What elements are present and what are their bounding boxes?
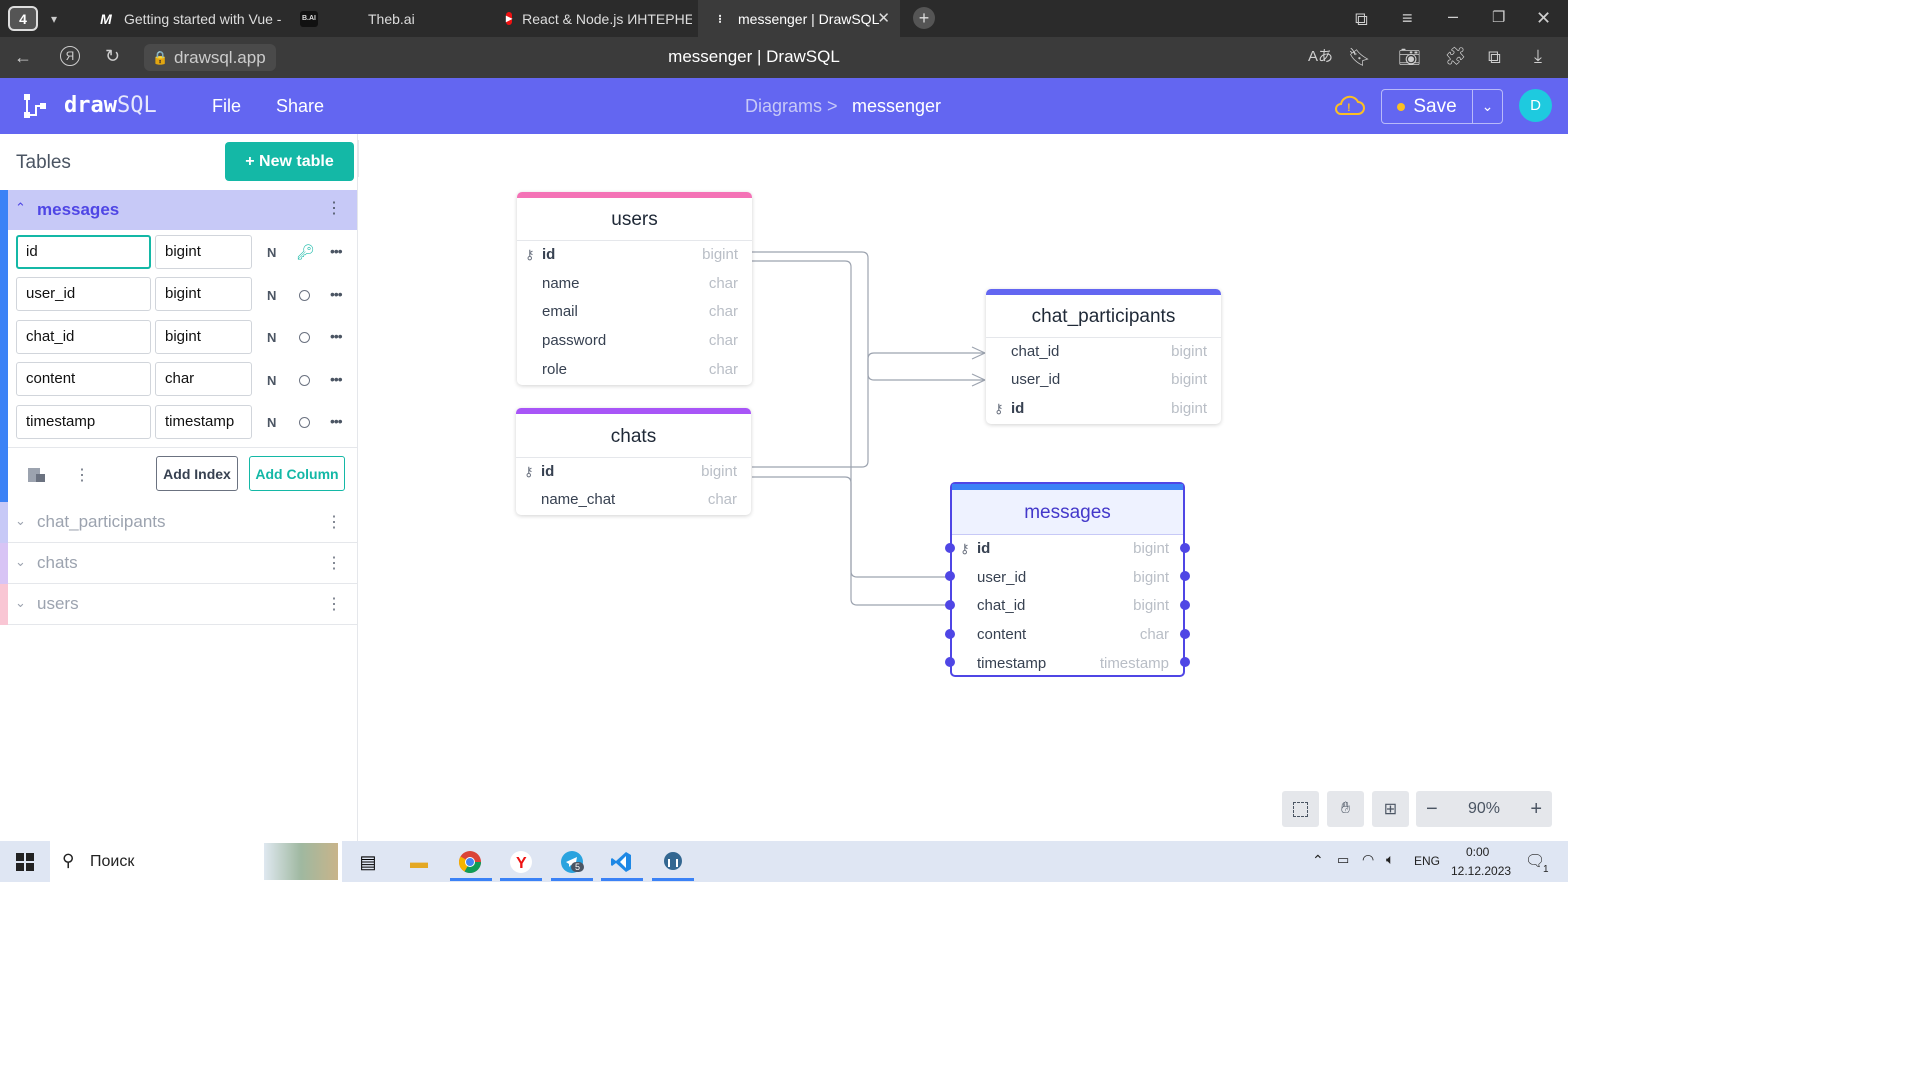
table-row[interactable]: chat_id bigint: [986, 338, 1221, 367]
table-title: users: [611, 209, 658, 230]
chrome-icon[interactable]: [455, 848, 485, 876]
table-title: chats: [610, 426, 657, 447]
clock-date[interactable]: 12.12.2023: [1451, 864, 1511, 878]
table-row[interactable]: ⚷ id bigint: [986, 395, 1221, 424]
zoom-controls: − 90% +: [1416, 791, 1552, 827]
telegram-badge: 5: [571, 862, 585, 872]
diagram-table-chat-participants[interactable]: chat_participants chat_id bigint user_id b…: [986, 289, 1221, 424]
windows-start-icon[interactable]: [12, 848, 38, 876]
table-row[interactable]: name char: [517, 270, 752, 299]
connection-handle[interactable]: [945, 629, 955, 639]
vscode-icon[interactable]: [606, 848, 636, 876]
key-icon: ⚷: [960, 541, 970, 556]
search-icon: ⚲: [62, 851, 75, 870]
notifications-count: 1: [1543, 864, 1549, 875]
active-app-indicator: [601, 878, 643, 881]
zoom-level: 90%: [1467, 800, 1501, 817]
active-app-indicator: [500, 878, 542, 881]
table-row[interactable]: email char: [517, 298, 752, 327]
file-explorer-icon[interactable]: ▬: [404, 848, 434, 876]
tray-chevron-icon[interactable]: ⌃: [1312, 852, 1324, 869]
key-icon: ⚷: [524, 464, 534, 479]
select-area-button[interactable]: [1282, 791, 1319, 827]
table-row[interactable]: content char: [952, 621, 1183, 650]
table-row[interactable]: ⚷ id bigint: [952, 535, 1183, 564]
wifi-icon[interactable]: ◠: [1362, 851, 1374, 868]
table-row[interactable]: user_id bigint: [986, 366, 1221, 395]
taskbar-search[interactable]: ⚲ Поиск: [50, 841, 342, 882]
telegram-icon[interactable]: 5: [557, 848, 587, 876]
table-color-strip: [516, 408, 751, 414]
postgresql-icon[interactable]: [658, 848, 688, 876]
connection-handle[interactable]: [945, 600, 955, 610]
key-icon: ⚷: [994, 401, 1004, 416]
zoom-in-icon[interactable]: +: [1530, 798, 1542, 821]
connection-handle[interactable]: [1180, 543, 1190, 553]
diagram-table-chats[interactable]: chats ⚷ id bigint name_chat char: [516, 408, 751, 515]
active-app-indicator: [551, 878, 593, 881]
diagram-table-messages[interactable]: messages ⚷ id bigint user_id bigint chat_id…: [950, 482, 1185, 677]
clock-time[interactable]: 0:00: [1466, 845, 1489, 859]
battery-icon[interactable]: ▭: [1337, 852, 1349, 868]
table-row[interactable]: timestamp timestamp: [952, 650, 1183, 679]
key-icon: ⚷: [525, 247, 535, 262]
zoom-out-icon[interactable]: −: [1426, 798, 1438, 821]
connection-handle[interactable]: [945, 543, 955, 553]
diagram-table-users[interactable]: users ⚷ id bigint name char email char passw…: [517, 192, 752, 385]
table-title: chat_participants: [1031, 306, 1176, 327]
table-row[interactable]: name_chat char: [516, 486, 751, 515]
table-title: messages: [1024, 502, 1111, 523]
relation-chats-participants: [752, 352, 985, 468]
connection-handle[interactable]: [1180, 571, 1190, 581]
volume-icon[interactable]: 🔈︎: [1386, 851, 1394, 868]
grid-icon: ⊞: [1383, 801, 1398, 818]
table-row[interactable]: user_id bigint: [952, 564, 1183, 593]
task-view-icon[interactable]: ▤: [353, 848, 383, 876]
connection-handle[interactable]: [1180, 657, 1190, 667]
yandex-browser-icon[interactable]: Y: [506, 848, 536, 876]
connection-handle[interactable]: [945, 571, 955, 581]
search-highlight-image: [264, 843, 338, 880]
language-indicator[interactable]: ENG: [1414, 854, 1440, 868]
table-row[interactable]: role char: [517, 356, 752, 385]
select-area-icon: [1293, 801, 1308, 817]
table-row[interactable]: chat_id bigint: [952, 592, 1183, 621]
connection-handle[interactable]: [1180, 600, 1190, 610]
table-row[interactable]: ⚷ id bigint: [516, 458, 751, 487]
pan-button[interactable]: ✋︎: [1327, 791, 1364, 827]
table-row[interactable]: ⚷ id bigint: [517, 241, 752, 270]
hand-icon: ✋︎: [1340, 800, 1351, 817]
connection-handle[interactable]: [945, 657, 955, 667]
table-color-strip: [517, 192, 752, 198]
active-app-indicator: [450, 878, 492, 881]
relation-chats-messages: [752, 476, 950, 606]
active-app-indicator: [652, 878, 694, 881]
grid-button[interactable]: ⊞: [1372, 791, 1409, 827]
relation-lines: [752, 251, 986, 606]
table-row[interactable]: password char: [517, 327, 752, 356]
table-color-strip: [986, 289, 1221, 295]
connection-handle[interactable]: [1180, 629, 1190, 639]
svg-text:Y: Y: [516, 855, 527, 872]
